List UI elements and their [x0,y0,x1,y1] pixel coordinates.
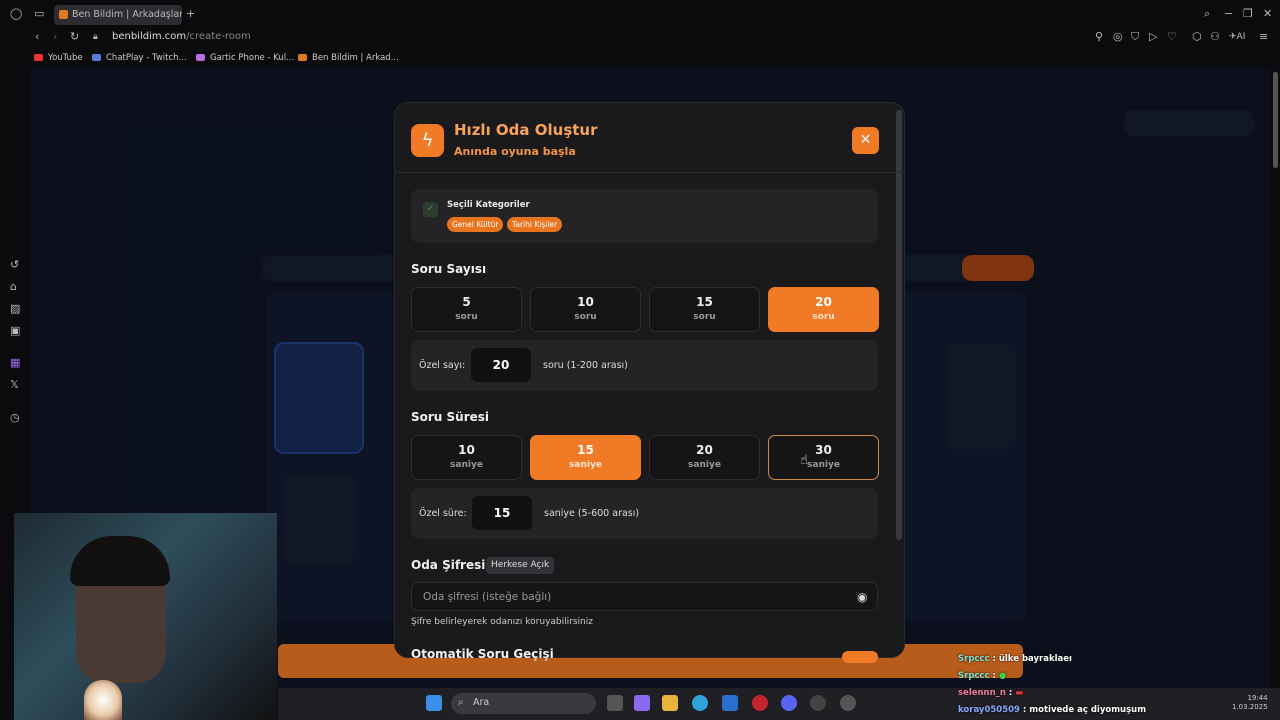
heart-icon[interactable]: ♡ [1167,31,1177,43]
custom-count-hint: soru (1-200 arası) [543,360,628,371]
chat-message: selennn_n : ▬ [958,688,1024,698]
ai-button[interactable]: ✈AI [1229,31,1245,43]
youtube-icon [34,54,43,61]
search-icon: ⌕ [458,697,464,708]
category-chip: Tarihi Kişiler [507,217,563,232]
search-icon[interactable]: ⌕ [1204,8,1210,20]
gartic-icon [196,54,205,61]
bookmark-youtube[interactable]: YouTube [34,53,83,63]
lightning-icon: ϟ [411,124,444,157]
tab-active[interactable]: Ben Bildim | Arkadaşlarınla [54,5,182,25]
custom-count-input[interactable]: 20 [471,348,531,382]
emote-icon: ● [998,671,1007,681]
question-count-option-5[interactable]: 5 soru [411,287,522,332]
question-count-option-10[interactable]: 10 soru [530,287,641,332]
close-icon: ✕ [859,132,872,148]
chat-message: Srpccc : ülke bayraklaeı [958,654,1072,664]
custom-time-label: Özel süre: [419,508,467,519]
header-divider [395,172,904,173]
room-password-label: Oda Şifresi [411,558,486,572]
extensions-icon[interactable]: ⬡ [1192,31,1202,43]
question-time-option-15[interactable]: 15 saniye [530,435,641,480]
password-hint: Şifre belirleyerek odanızı koruyabilirsi… [411,617,593,627]
modal-scrollbar[interactable] [896,110,902,540]
question-count-label: Soru Sayısı [411,262,487,276]
opera-logo-icon[interactable]: ◯ [10,8,22,20]
chatplay-icon [92,54,101,61]
modal-subtitle: Anında oyuna başla [454,145,576,158]
custom-time-hint: saniye (5-600 arası) [544,508,640,519]
taskbar-search[interactable]: ⌕ Ara [451,693,596,714]
chat-message: Srpccc : ● [958,671,1007,681]
bookmarks-bar [0,50,1280,68]
emote-icon: ▬ [1015,688,1024,698]
question-time-option-20[interactable]: 20 saniye [649,435,760,480]
lamp [84,680,122,720]
question-time-option-10[interactable]: 10 saniye [411,435,522,480]
modal-title: Hızlı Oda Oluştur [454,121,598,139]
store-icon[interactable] [722,695,738,711]
chat-message: koray050509 : motivede aç diyomuşum [958,705,1147,715]
cursor-icon: ☝ [800,453,808,468]
auto-next-label: Otomatik Soru Geçişi [411,647,554,661]
account-icon[interactable]: ⚇ [1210,31,1220,43]
edge-icon[interactable] [692,695,708,711]
obs-icon[interactable] [810,695,826,711]
tab-title: Ben Bildim | Arkadaşlarınla [72,9,182,20]
public-badge: Herkese Açık [486,557,555,574]
question-count-option-20[interactable]: 20 soru [768,287,879,332]
reload-icon[interactable]: ↻ [70,31,79,43]
site-favicon-icon [59,10,68,19]
pin-icon[interactable]: ⚲ [1095,31,1103,43]
discord-icon[interactable] [781,695,797,711]
url-field[interactable]: benbildim.com/create-room [112,31,251,42]
wallet-icon[interactable]: ▨ [10,303,20,315]
benbildim-icon [298,54,307,61]
check-icon: ✓ [423,202,438,217]
new-tab-icon[interactable]: + [186,8,195,20]
twitch-icon[interactable]: ▦ [10,357,20,369]
restore-icon[interactable]: ❐ [1243,8,1253,20]
opera-icon[interactable] [752,695,768,711]
copilot-icon[interactable] [634,695,650,711]
tab-menu-icon[interactable]: ▭ [34,8,44,20]
custom-time-input[interactable]: 15 [472,496,532,530]
question-time-option-30[interactable]: 30 saniye [768,435,879,480]
file-explorer-icon[interactable] [662,695,678,711]
password-input[interactable]: Oda şifresi (isteğe bağlı) [411,582,878,611]
task-view-icon[interactable] [607,695,623,711]
selected-categories-card [411,189,878,243]
play-icon[interactable]: ▷ [1149,31,1157,43]
shield-icon[interactable]: ⛉ [1131,31,1139,43]
history-icon[interactable]: ↺ [10,259,19,271]
minimize-icon[interactable]: − [1224,8,1233,20]
back-icon[interactable]: ‹ [35,31,39,43]
clock-icon[interactable]: ◷ [10,412,20,424]
broom-icon[interactable]: ⌂ [10,281,17,293]
eye-icon[interactable]: ◉ [857,590,867,604]
forward-icon[interactable]: › [53,31,57,43]
m-app-icon[interactable]: ▣ [10,325,20,337]
close-button[interactable]: ✕ [852,127,879,154]
start-icon[interactable] [426,695,442,711]
taskbar-clock[interactable]: 19:44 1.03.2025 [1232,694,1268,712]
custom-count-label: Özel sayı: [419,360,466,371]
lock-icon: 🔒︎ [93,32,98,42]
bookmark-benbildim[interactable]: Ben Bildim | Arkad... [298,53,399,63]
menu-icon[interactable]: ≡ [1259,31,1268,43]
question-time-label: Soru Süresi [411,410,490,424]
selected-categories-label: Seçili Kategoriler [447,200,530,210]
auto-next-toggle[interactable] [842,651,878,663]
x-icon[interactable]: 𝕏 [10,379,19,391]
bookmark-gartic[interactable]: Gartic Phone - Kul... [196,53,294,63]
close-window-icon[interactable]: ✕ [1263,8,1272,20]
category-chip: Genel Kültür [447,217,504,232]
question-count-option-15[interactable]: 15 soru [649,287,760,332]
steam-icon[interactable] [840,695,856,711]
bookmark-chatplay[interactable]: ChatPlay - Twitch... [92,53,187,63]
page-scrollbar-thumb[interactable] [1273,72,1278,168]
camera-icon[interactable]: ◎ [1113,31,1123,43]
